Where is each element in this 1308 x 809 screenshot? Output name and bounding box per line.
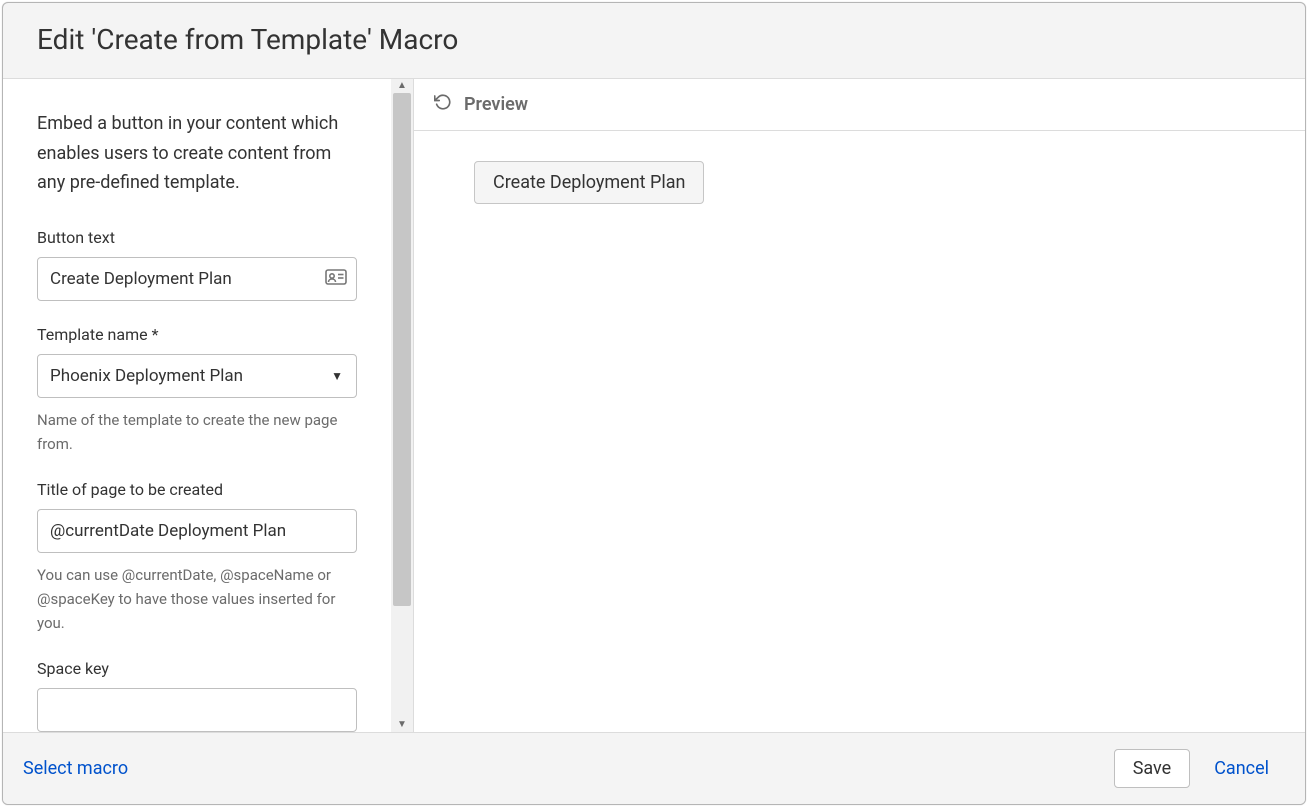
field-button-text: Button text bbox=[37, 228, 357, 301]
help-page-title: You can use @currentDate, @spaceName or … bbox=[37, 563, 357, 635]
label-button-text: Button text bbox=[37, 228, 357, 247]
input-space-key[interactable] bbox=[37, 688, 357, 732]
help-template-name: Name of the template to create the new p… bbox=[37, 408, 357, 456]
scroll-down-icon[interactable]: ▼ bbox=[397, 718, 407, 732]
macro-description: Embed a button in your content which ena… bbox=[37, 109, 357, 198]
config-scroll-area[interactable]: Embed a button in your content which ena… bbox=[3, 79, 391, 732]
scrollbar[interactable]: ▲ ▼ bbox=[391, 79, 413, 732]
scroll-thumb[interactable] bbox=[393, 93, 411, 606]
macro-editor-dialog: Edit 'Create from Template' Macro Embed … bbox=[2, 2, 1306, 805]
label-space-key: Space key bbox=[37, 659, 357, 678]
scroll-up-icon[interactable]: ▲ bbox=[397, 79, 407, 93]
preview-heading: Preview bbox=[464, 94, 528, 115]
cancel-button[interactable]: Cancel bbox=[1208, 750, 1275, 787]
preview-header: Preview bbox=[414, 79, 1305, 131]
refresh-icon[interactable] bbox=[434, 93, 452, 116]
dialog-title: Edit 'Create from Template' Macro bbox=[37, 23, 1271, 56]
preview-content: Create Deployment Plan bbox=[414, 131, 1305, 732]
input-wrap-button-text bbox=[37, 257, 357, 301]
save-button[interactable]: Save bbox=[1114, 749, 1191, 788]
input-page-title[interactable] bbox=[37, 509, 357, 553]
preview-create-button[interactable]: Create Deployment Plan bbox=[474, 161, 704, 204]
preview-panel: Preview Create Deployment Plan bbox=[413, 79, 1305, 732]
config-panel: Embed a button in your content which ena… bbox=[3, 79, 413, 732]
field-space-key: Space key bbox=[37, 659, 357, 732]
input-button-text[interactable] bbox=[37, 257, 357, 301]
dialog-body: Embed a button in your content which ena… bbox=[3, 79, 1305, 733]
label-page-title: Title of page to be created bbox=[37, 480, 357, 499]
dialog-footer: Select macro Save Cancel bbox=[3, 733, 1305, 804]
field-template-name: Template name * Phoenix Deployment Plan … bbox=[37, 325, 357, 456]
select-template-name[interactable]: Phoenix Deployment Plan bbox=[37, 354, 357, 398]
label-template-name: Template name * bbox=[37, 325, 357, 344]
select-macro-link[interactable]: Select macro bbox=[23, 758, 128, 779]
dialog-header: Edit 'Create from Template' Macro bbox=[3, 3, 1305, 79]
select-wrap-template-name: Phoenix Deployment Plan ▼ bbox=[37, 354, 357, 398]
field-page-title: Title of page to be created You can use … bbox=[37, 480, 357, 635]
scroll-track[interactable] bbox=[391, 93, 413, 718]
